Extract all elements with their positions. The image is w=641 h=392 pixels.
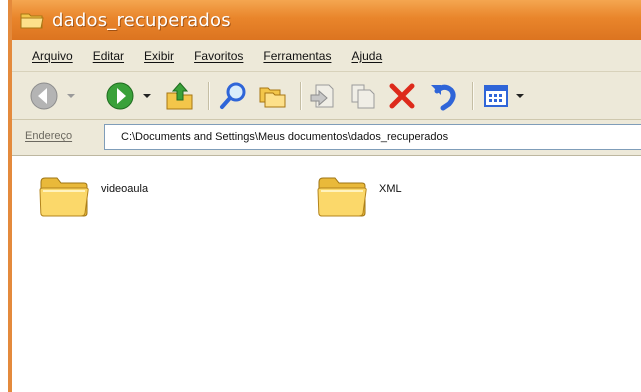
copy-to-icon xyxy=(351,84,375,109)
address-label: Endereço xyxy=(25,130,73,142)
file-item-xml[interactable]: XML xyxy=(316,173,402,219)
search-icon xyxy=(220,82,246,109)
up-folder-icon xyxy=(166,82,193,110)
views-dropdown[interactable] xyxy=(514,78,526,114)
address-value[interactable]: C:\Documents and Settings\Meus documento… xyxy=(121,131,448,143)
back-button[interactable] xyxy=(26,78,62,114)
views-icon xyxy=(484,85,508,107)
menu-item-exibir[interactable]: Exibir xyxy=(144,49,174,63)
address-input[interactable]: C:\Documents and Settings\Meus documento… xyxy=(104,124,641,150)
delete-icon xyxy=(389,83,415,109)
menu-item-arquivo[interactable]: Arquivo xyxy=(32,49,73,63)
forward-dropdown[interactable] xyxy=(140,78,154,114)
file-name: XML xyxy=(379,183,402,195)
forward-button[interactable] xyxy=(102,78,138,114)
folders-icon xyxy=(259,87,286,108)
menu-item-ferramentas[interactable]: Ferramentas xyxy=(263,49,331,63)
window-title: dados_recuperados xyxy=(52,9,231,31)
file-name: videoaula xyxy=(101,183,149,195)
menu-item-ajuda[interactable]: Ajuda xyxy=(351,49,382,63)
copy-to-button[interactable] xyxy=(344,78,380,114)
delete-button[interactable] xyxy=(384,78,420,114)
file-item-videoaula[interactable]: videoaula xyxy=(38,173,148,219)
undo-icon xyxy=(431,84,456,111)
views-button[interactable] xyxy=(480,78,514,114)
back-dropdown[interactable] xyxy=(64,78,78,114)
back-arrow-icon xyxy=(30,82,58,110)
folders-button[interactable] xyxy=(254,78,290,114)
explorer-window: dados_recuperados Arquivo Editar Exibir … xyxy=(8,0,641,392)
folder-icon xyxy=(20,10,44,30)
file-list: videoaula XML xyxy=(12,156,641,392)
folder-icon xyxy=(39,177,89,217)
menu-item-favoritos[interactable]: Favoritos xyxy=(194,49,243,63)
title-bar[interactable]: dados_recuperados xyxy=(12,0,641,40)
move-to-icon xyxy=(310,84,334,108)
forward-arrow-icon xyxy=(106,82,134,110)
move-to-button[interactable] xyxy=(306,78,342,114)
up-button[interactable] xyxy=(162,78,198,114)
undo-button[interactable] xyxy=(426,78,462,114)
toolbar xyxy=(12,72,641,120)
menu-bar: Arquivo Editar Exibir Favoritos Ferramen… xyxy=(12,40,641,72)
folder-icon xyxy=(317,177,367,217)
menu-item-editar[interactable]: Editar xyxy=(93,49,124,63)
address-bar: Endereço C:\Documents and Settings\Meus … xyxy=(12,120,641,156)
search-button[interactable] xyxy=(216,78,252,114)
